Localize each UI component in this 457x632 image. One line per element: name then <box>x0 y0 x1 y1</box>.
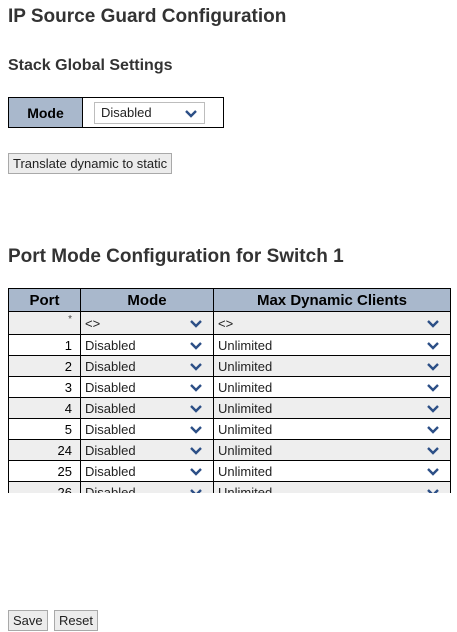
chevron-down-icon[interactable] <box>177 102 204 123</box>
table-row: 2 Disabled Unlimited <box>8 355 451 377</box>
chevron-down-icon[interactable] <box>182 335 209 355</box>
chevron-down-icon[interactable] <box>419 313 446 333</box>
port-number: 4 <box>8 397 81 419</box>
port-mode-value: Disabled <box>85 400 136 416</box>
max-clients-value: Unlimited <box>218 379 273 395</box>
max-clients-value: Unlimited <box>218 358 273 374</box>
max-clients-select[interactable]: Unlimited <box>218 461 446 481</box>
chevron-down-icon[interactable] <box>182 356 209 376</box>
chevron-down-icon[interactable] <box>419 440 446 460</box>
table-row: 4 Disabled Unlimited <box>8 397 451 419</box>
max-clients-cell: <> <box>213 311 451 335</box>
port-mode-value: Disabled <box>85 358 136 374</box>
max-clients-select[interactable]: Unlimited <box>218 377 446 397</box>
port-number: 3 <box>8 376 81 398</box>
port-config-heading: Port Mode Configuration for Switch 1 <box>8 246 344 267</box>
chevron-down-icon[interactable] <box>182 440 209 460</box>
port-mode-value: Disabled <box>85 442 136 458</box>
max-clients-cell: Unlimited <box>213 334 451 356</box>
chevron-down-icon[interactable] <box>419 335 446 355</box>
port-mode-select[interactable]: <> <box>85 313 209 333</box>
page-title: IP Source Guard Configuration <box>8 6 287 27</box>
chevron-down-icon[interactable] <box>419 419 446 439</box>
max-clients-value: Unlimited <box>218 337 273 353</box>
max-clients-select[interactable]: Unlimited <box>218 356 446 376</box>
mode-cell: <> <box>80 311 214 335</box>
reset-button[interactable]: Reset <box>54 610 98 631</box>
table-header-row: Port Mode Max Dynamic Clients <box>8 288 451 312</box>
global-settings-heading: Stack Global Settings <box>8 57 173 74</box>
global-mode-cell: Disabled <box>83 98 223 127</box>
mode-cell: Disabled <box>80 397 214 419</box>
save-button[interactable]: Save <box>8 610 48 631</box>
port-number: * <box>8 311 81 335</box>
max-clients-cell: Unlimited <box>213 418 451 440</box>
port-mode-select[interactable]: Disabled <box>85 398 209 418</box>
port-mode-value: Disabled <box>85 337 136 353</box>
port-mode-select[interactable]: Disabled <box>85 356 209 376</box>
port-number: 2 <box>8 355 81 377</box>
max-clients-select[interactable]: Unlimited <box>218 398 446 418</box>
max-clients-cell: Unlimited <box>213 460 451 482</box>
chevron-down-icon[interactable] <box>419 398 446 418</box>
table-row: 24 Disabled Unlimited <box>8 439 451 461</box>
mode-cell: Disabled <box>80 460 214 482</box>
scroll-gap <box>0 493 457 507</box>
max-clients-cell: Unlimited <box>213 376 451 398</box>
chevron-down-icon[interactable] <box>182 461 209 481</box>
port-mode-select[interactable]: Disabled <box>85 461 209 481</box>
port-number: 1 <box>8 334 81 356</box>
chevron-down-icon[interactable] <box>419 461 446 481</box>
translate-dynamic-button[interactable]: Translate dynamic to static <box>8 153 173 174</box>
max-clients-select[interactable]: Unlimited <box>218 335 446 355</box>
global-mode-select[interactable]: Disabled <box>94 101 205 124</box>
chevron-down-icon[interactable] <box>419 356 446 376</box>
port-mode-value: <> <box>85 315 101 331</box>
mode-cell: Disabled <box>80 376 214 398</box>
table-row: 5 Disabled Unlimited <box>8 418 451 440</box>
port-mode-select[interactable]: Disabled <box>85 335 209 355</box>
column-header-mode: Mode <box>80 288 214 312</box>
global-mode-row: Mode Disabled <box>8 97 224 128</box>
max-clients-value: Unlimited <box>218 442 273 458</box>
chevron-down-icon[interactable] <box>182 377 209 397</box>
port-mode-value: Disabled <box>85 421 136 437</box>
table-row: 1 Disabled Unlimited <box>8 334 451 356</box>
max-clients-cell: Unlimited <box>213 355 451 377</box>
chevron-down-icon[interactable] <box>182 419 209 439</box>
max-clients-value: Unlimited <box>218 400 273 416</box>
max-clients-select[interactable]: <> <box>218 313 446 333</box>
port-mode-value: Disabled <box>85 379 136 395</box>
table-row: 3 Disabled Unlimited <box>8 376 451 398</box>
global-mode-label: Mode <box>9 98 83 127</box>
max-clients-select[interactable]: Unlimited <box>218 419 446 439</box>
table-row: 25 Disabled Unlimited <box>8 460 451 482</box>
max-clients-value: <> <box>218 315 234 331</box>
port-mode-select[interactable]: Disabled <box>85 377 209 397</box>
chevron-down-icon[interactable] <box>182 313 209 333</box>
table-row: * <> <> <box>8 311 451 335</box>
port-number: 5 <box>8 418 81 440</box>
port-mode-value: Disabled <box>85 463 136 479</box>
max-clients-cell: Unlimited <box>213 439 451 461</box>
mode-cell: Disabled <box>80 334 214 356</box>
global-mode-value: Disabled <box>101 105 152 120</box>
chevron-down-icon[interactable] <box>182 398 209 418</box>
port-number: 24 <box>8 439 81 461</box>
port-mode-select[interactable]: Disabled <box>85 440 209 460</box>
max-clients-value: Unlimited <box>218 421 273 437</box>
mode-cell: Disabled <box>80 355 214 377</box>
mode-cell: Disabled <box>80 418 214 440</box>
port-number: 25 <box>8 460 81 482</box>
port-config-table: Port Mode Max Dynamic Clients * <> <> 1 Disa… <box>8 288 451 503</box>
column-header-max-clients: Max Dynamic Clients <box>213 288 451 312</box>
column-header-port: Port <box>8 288 81 312</box>
mode-cell: Disabled <box>80 439 214 461</box>
chevron-down-icon[interactable] <box>419 377 446 397</box>
max-clients-cell: Unlimited <box>213 397 451 419</box>
port-mode-select[interactable]: Disabled <box>85 419 209 439</box>
max-clients-select[interactable]: Unlimited <box>218 440 446 460</box>
max-clients-value: Unlimited <box>218 463 273 479</box>
